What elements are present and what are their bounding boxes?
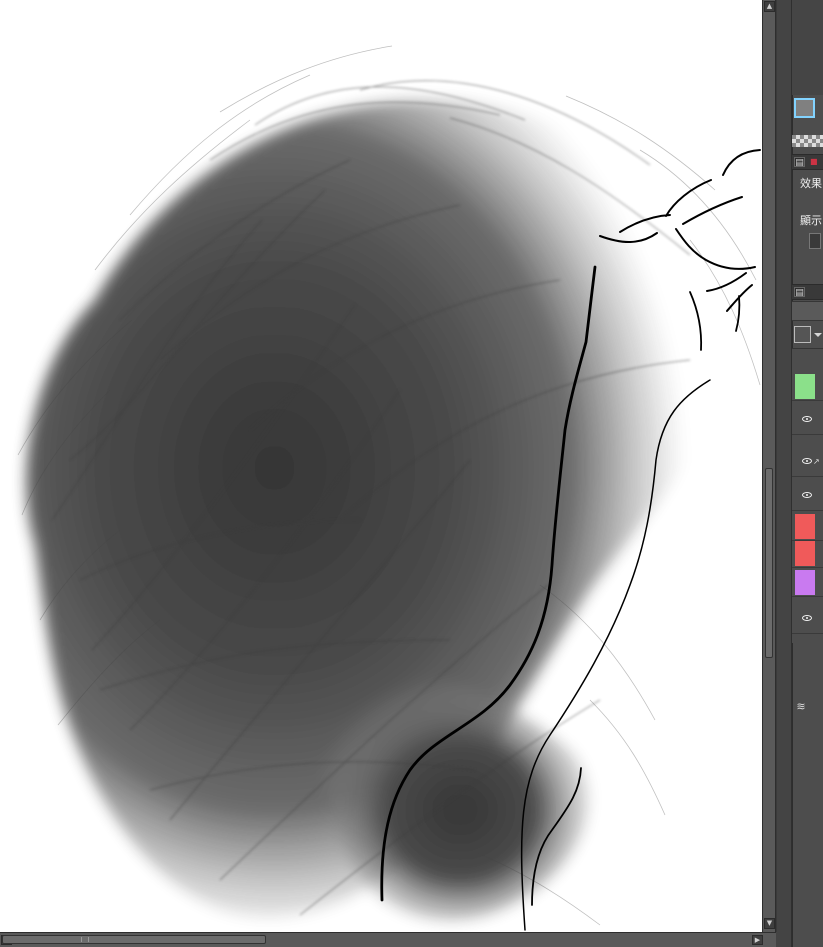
layer-panel-header: ▤ <box>792 284 823 300</box>
panel-top-area <box>792 0 823 95</box>
layer-row-4[interactable] <box>792 483 823 511</box>
eye-icon[interactable] <box>802 416 812 422</box>
right-side-panel: ▤ ■ 效果 顯示 ▤ ≋ ↗ <box>776 0 823 947</box>
panel-content: ▤ ■ 效果 顯示 ▤ ≋ ↗ <box>792 0 823 947</box>
scroll-grip-icon <box>81 937 89 942</box>
layer-panel-menu-icon[interactable]: ▤ <box>794 287 805 298</box>
layer-row-7[interactable] <box>792 569 823 597</box>
brush-icon: ↗ <box>813 457 820 466</box>
property-panel-header: ▤ ■ <box>792 154 823 170</box>
layer-row-3[interactable]: ↗ <box>792 449 823 477</box>
scroll-right-icon[interactable]: ▶ <box>752 935 763 945</box>
effect-label: 效果 <box>800 177 822 190</box>
layer-toolbar <box>792 301 823 321</box>
layer-list: ≋ ↗ <box>792 348 823 713</box>
scroll-up-icon[interactable]: ▲ <box>764 1 775 12</box>
display-label: 顯示 <box>800 214 822 227</box>
panel-accent-icon: ■ <box>810 157 818 166</box>
vertical-scrollbar[interactable]: ▲ ▼ <box>762 0 776 932</box>
eye-icon[interactable] <box>802 615 812 621</box>
layer-row-6[interactable] <box>792 540 823 568</box>
layer-row-1[interactable] <box>792 373 823 401</box>
vertical-scroll-thumb[interactable] <box>765 468 773 658</box>
layer-color-tag <box>795 570 815 595</box>
panel-divider-line <box>776 0 777 932</box>
eye-icon[interactable] <box>802 458 812 464</box>
layer-color-tag <box>795 374 815 399</box>
drawing-canvas[interactable] <box>0 0 763 933</box>
display-option-button[interactable] <box>809 233 821 249</box>
layer-mode-button[interactable] <box>794 326 811 343</box>
canvas-artwork <box>0 0 762 932</box>
hatching-icon: ≋ <box>796 700 806 713</box>
illustration-app: ▲ ▼ ◀ ▶ ▤ ■ 效果 顯示 ▤ <box>0 0 823 947</box>
scroll-down-icon[interactable]: ▼ <box>764 918 775 929</box>
panel-menu-icon[interactable]: ▤ <box>794 157 805 168</box>
layer-color-tag <box>795 514 815 539</box>
current-color-swatch[interactable] <box>794 98 815 118</box>
horizontal-scroll-thumb[interactable] <box>2 935 266 944</box>
horizontal-scrollbar[interactable]: ◀ ▶ <box>0 932 776 947</box>
layer-row-8[interactable] <box>792 606 823 634</box>
chevron-down-icon[interactable] <box>814 333 822 337</box>
panel-divider <box>776 0 792 947</box>
layer-row-5[interactable] <box>792 513 823 541</box>
layer-row-2[interactable] <box>792 407 823 435</box>
eye-icon[interactable] <box>802 492 812 498</box>
layer-color-tag <box>795 541 815 566</box>
transparent-color-swatch[interactable] <box>792 135 823 147</box>
